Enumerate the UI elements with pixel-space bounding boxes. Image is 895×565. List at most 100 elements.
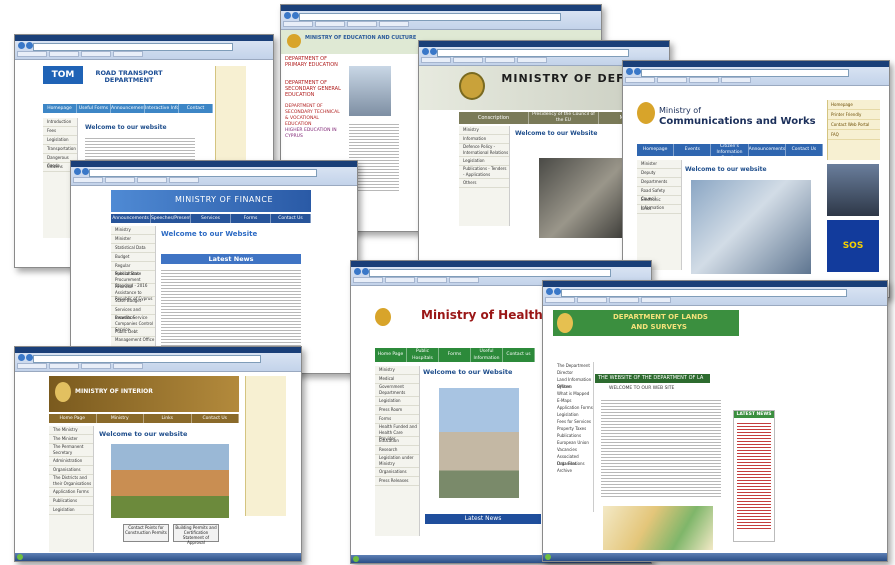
sidebar-item[interactable]: Organisations xyxy=(49,466,93,475)
tab[interactable] xyxy=(347,21,377,27)
sidebar-item[interactable]: What is Mapped xyxy=(553,390,593,397)
sidebar-item[interactable]: Public Debt Management Office xyxy=(111,328,155,342)
tab[interactable] xyxy=(485,57,515,63)
sidebar-item[interactable]: Data Files xyxy=(553,460,593,467)
tab[interactable] xyxy=(113,363,143,369)
sidebar-item[interactable]: Legislation under Ministry xyxy=(375,455,419,468)
tab[interactable] xyxy=(453,57,483,63)
sidebar-item[interactable]: Services and Benefits Service xyxy=(111,306,155,320)
forward-icon[interactable] xyxy=(634,68,641,75)
sidebar-item[interactable]: Defence Policy - International Relations xyxy=(459,144,509,157)
nav-item[interactable]: Useful Forms xyxy=(77,104,111,113)
sidebar-item[interactable]: Health Funded and Health Care Provider xyxy=(375,424,419,441)
sidebar-item[interactable]: Departments xyxy=(637,178,681,187)
back-icon[interactable] xyxy=(18,354,25,361)
nav-item[interactable]: Events xyxy=(674,144,712,156)
back-icon[interactable] xyxy=(18,42,25,49)
tab[interactable] xyxy=(657,77,687,83)
nav-item[interactable]: Contact Us xyxy=(192,414,239,423)
tab[interactable] xyxy=(113,51,143,57)
tab[interactable] xyxy=(353,277,383,283)
sidebar-item[interactable]: Insurance Companies Control Service xyxy=(111,315,155,332)
tab[interactable] xyxy=(625,77,655,83)
back-icon[interactable] xyxy=(74,168,81,175)
sidebar-item[interactable]: Publications xyxy=(553,432,593,439)
sidebar-item[interactable]: Forms xyxy=(375,415,419,424)
sidebar-item[interactable]: Introduction xyxy=(43,118,77,127)
forward-icon[interactable] xyxy=(362,268,369,275)
nav-item[interactable]: Announcements xyxy=(749,144,786,156)
sidebar-item[interactable]: Medical xyxy=(375,375,419,384)
latest-news-button[interactable]: Latest News xyxy=(425,514,541,524)
nav-item[interactable]: Public Hospitals xyxy=(407,348,439,362)
nav-item[interactable]: Homepage xyxy=(637,144,675,156)
sidebar-item[interactable]: Associated Organisations xyxy=(553,453,593,466)
tab[interactable] xyxy=(49,51,79,57)
nav-item[interactable]: Links xyxy=(144,414,192,423)
address-bar[interactable] xyxy=(33,355,261,363)
sidebar-item[interactable]: Research xyxy=(375,446,419,455)
nav-item[interactable]: Conscription xyxy=(459,112,529,124)
sidebar-item[interactable]: DEPARTMENT OF SECONDARY TECHNICAL & VOCA… xyxy=(281,104,341,128)
sidebar-item[interactable]: The Districts and their Organisations xyxy=(49,475,93,488)
sidebar-item[interactable]: Vacancies xyxy=(553,446,593,453)
sidebar-item[interactable]: Deputy xyxy=(637,169,681,178)
address-bar[interactable] xyxy=(89,169,317,177)
sidebar-item[interactable]: Others xyxy=(459,179,509,188)
tab[interactable] xyxy=(517,57,547,63)
sidebar-item[interactable]: Organisations xyxy=(375,468,419,477)
sidebar-item[interactable]: Information xyxy=(459,135,509,144)
tab[interactable] xyxy=(283,21,313,27)
sidebar-item[interactable]: Electronic Information xyxy=(637,196,681,210)
sidebar-item[interactable]: Administration xyxy=(49,457,93,466)
construction-contacts-button[interactable]: Contact Points for Construction Permits xyxy=(123,524,169,542)
start-icon[interactable] xyxy=(353,556,359,562)
building-permits-button[interactable]: Building Permits and Certification State… xyxy=(173,524,219,545)
tab[interactable] xyxy=(315,21,345,27)
sidebar-item[interactable]: Legislation xyxy=(459,157,509,166)
back-icon[interactable] xyxy=(354,268,361,275)
nav-item[interactable]: Home Page xyxy=(375,348,407,362)
tab[interactable] xyxy=(577,297,607,303)
address-bar[interactable] xyxy=(33,43,233,51)
address-bar[interactable] xyxy=(437,49,629,57)
sidebar-item[interactable]: HIGHER EDUCATION IN CYPRUS xyxy=(281,128,341,144)
sidebar-item[interactable]: Road Safety Council xyxy=(637,187,681,201)
sidebar-item[interactable]: Publications xyxy=(49,497,93,506)
tab[interactable] xyxy=(137,177,167,183)
nav-item[interactable]: Useful Information xyxy=(471,348,503,362)
tab[interactable] xyxy=(379,21,409,27)
sidebar-item[interactable]: Special State Procurement Standard - 201… xyxy=(111,271,155,288)
nav-item[interactable]: Ministry xyxy=(97,414,144,423)
start-icon[interactable] xyxy=(17,554,23,560)
sidebar-item[interactable]: Fees xyxy=(43,127,77,136)
start-icon[interactable] xyxy=(545,554,551,560)
tools-link[interactable]: Printer Friendly xyxy=(828,110,880,120)
tab[interactable] xyxy=(641,297,671,303)
sidebar-item[interactable]: DEPARTMENT OF SECONDARY GENERAL EDUCATIO… xyxy=(281,80,341,104)
sidebar-item[interactable]: Application Forms xyxy=(553,404,593,411)
back-icon[interactable] xyxy=(626,68,633,75)
tab[interactable] xyxy=(81,51,111,57)
forward-icon[interactable] xyxy=(26,354,33,361)
nav-item[interactable]: Homepage xyxy=(43,104,77,113)
sidebar-item[interactable]: Press Room xyxy=(375,406,419,415)
address-bar[interactable] xyxy=(299,13,561,21)
back-icon[interactable] xyxy=(546,288,553,295)
sos-banner[interactable]: SOS xyxy=(827,220,879,272)
sidebar-item[interactable]: Legislation xyxy=(375,397,419,406)
nav-item[interactable]: Citizen's Information Service xyxy=(711,144,749,156)
nav-item[interactable]: Interactive Information Guide xyxy=(145,104,179,113)
sidebar-item[interactable]: Education xyxy=(375,437,419,446)
tab[interactable] xyxy=(385,277,415,283)
sidebar-item[interactable]: The Department xyxy=(553,362,593,369)
sidebar-item[interactable]: Legislation xyxy=(553,411,593,418)
sidebar-item[interactable]: Ministry xyxy=(111,226,155,235)
nav-item[interactable]: Contact xyxy=(179,104,213,113)
sidebar-item[interactable]: The Permanent Secretary xyxy=(49,444,93,457)
tab[interactable] xyxy=(105,177,135,183)
sidebar-item[interactable]: Archive xyxy=(553,467,593,474)
tab[interactable] xyxy=(689,77,719,83)
tab[interactable] xyxy=(421,57,451,63)
tab[interactable] xyxy=(609,297,639,303)
